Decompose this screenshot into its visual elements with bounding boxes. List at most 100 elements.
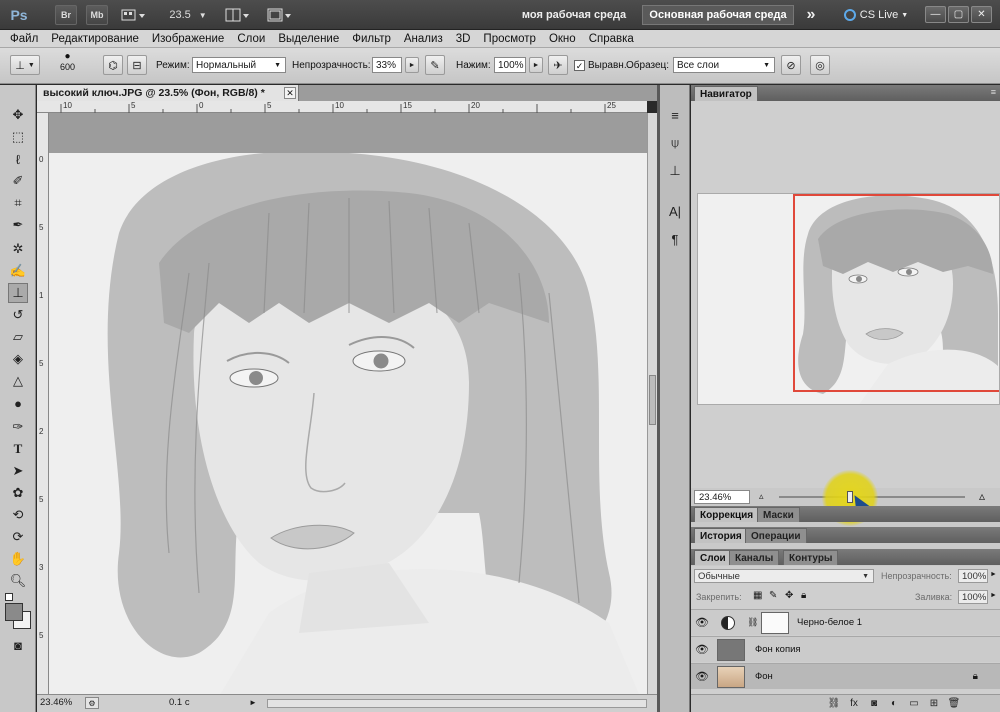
tablet-opacity-button[interactable]: ✎ (425, 55, 445, 75)
workspace-main-button[interactable]: Основная рабочая среда (642, 5, 794, 25)
flow-slider-button[interactable]: ► (529, 57, 543, 73)
3d-orbit-tool[interactable]: ⟳ (8, 527, 28, 547)
tab-channels[interactable]: Каналы (729, 550, 780, 565)
tab-history[interactable]: История (694, 528, 748, 543)
3d-rotate-tool[interactable]: ⟲ (8, 505, 28, 525)
paragraph-panel-button[interactable]: ¶ (665, 229, 685, 249)
vertical-scroll-thumb[interactable] (649, 375, 656, 425)
layer-row[interactable]: 👁︎ ⛓ Черно-белое 1 (691, 609, 1000, 635)
workspace-custom-button[interactable]: моя рабочая среда (512, 5, 636, 25)
default-colors-icon[interactable] (5, 593, 13, 601)
minimize-button[interactable]: — (925, 6, 946, 23)
marquee-tool[interactable]: ⬚ (8, 127, 28, 147)
menu-help[interactable]: Справка (589, 33, 634, 45)
layer-row[interactable]: 👁︎ Фон 🔒︎ (691, 663, 1000, 689)
zoom-tool[interactable]: 🔍︎ (8, 571, 28, 591)
hand-tool[interactable]: ✋ (8, 549, 28, 569)
ignore-adjustment-layers-button[interactable]: ⊘ (781, 55, 801, 75)
close-button[interactable]: ✕ (971, 6, 992, 23)
foreground-color-swatch[interactable] (5, 603, 23, 621)
menu-select[interactable]: Выделение (278, 33, 339, 45)
type-tool[interactable]: T (8, 439, 28, 459)
dodge-tool[interactable]: ● (8, 393, 28, 413)
layer-row[interactable]: 👁︎ Фон копия (691, 636, 1000, 662)
quick-selection-tool[interactable]: ✐ (8, 171, 28, 191)
navigator-zoom-input[interactable]: 23.46% (694, 490, 750, 504)
vertical-scrollbar[interactable] (647, 113, 657, 694)
opacity-slider-button[interactable]: ► (405, 57, 419, 73)
spot-healing-tool[interactable]: ✲ (8, 239, 28, 259)
character-panel-button[interactable]: A| (665, 201, 685, 221)
navigator-thumbnail[interactable] (697, 193, 1000, 405)
new-group-icon[interactable]: ▭ (907, 697, 921, 711)
fill-input[interactable]: 100% (958, 590, 988, 604)
document-canvas[interactable] (49, 113, 647, 694)
arrange-documents-button[interactable] (222, 5, 252, 25)
tab-actions[interactable]: Операции (745, 528, 807, 543)
clone-source-panel-button[interactable]: ⊥ (665, 161, 685, 181)
sample-select[interactable]: Все слои ▼ (673, 57, 775, 73)
menu-view[interactable]: Просмотр (483, 33, 536, 45)
minibridge-button[interactable]: Mb (86, 5, 108, 25)
clone-source-button[interactable]: ⊟ (127, 55, 147, 75)
menu-analysis[interactable]: Анализ (404, 33, 443, 45)
chevron-right-icon[interactable]: ► (990, 592, 997, 599)
view-extras-button[interactable] (118, 5, 148, 25)
brush-panel-button[interactable]: ⍦ (665, 133, 685, 153)
opacity-input[interactable]: 33% (372, 57, 402, 73)
chevron-right-icon[interactable]: ► (249, 698, 257, 707)
menu-edit[interactable]: Редактирование (51, 33, 139, 45)
zoom-status[interactable]: 23.46% (40, 697, 72, 708)
brush-tool[interactable]: ✍ (8, 261, 28, 281)
status-menu-icon[interactable]: ⚙ (85, 697, 99, 709)
eraser-tool[interactable]: ▱ (8, 327, 28, 347)
chevron-right-icon[interactable]: ► (990, 571, 997, 578)
lasso-tool[interactable]: ℓ (8, 149, 28, 169)
crop-tool[interactable]: ⌗ (8, 193, 28, 213)
navigator-view-frame[interactable] (793, 194, 999, 392)
brush-preset-picker[interactable]: ● 600 (60, 51, 75, 81)
tab-navigator[interactable]: Навигатор (694, 86, 758, 101)
mode-select[interactable]: Нормальный ▼ (192, 57, 286, 73)
quick-mask-button[interactable]: ◙ (8, 635, 28, 655)
aligned-checkbox[interactable]: ✓ Выравн. (574, 57, 627, 73)
blend-mode-select[interactable]: Обычные ▼ (694, 569, 874, 583)
zoom-in-icon[interactable]: ▵ (979, 489, 985, 503)
eye-icon[interactable]: 👁︎ (695, 616, 709, 630)
brush-presets-panel-button[interactable]: ≡ (665, 105, 685, 125)
link-layers-icon[interactable]: ⛓ (827, 697, 841, 711)
blur-tool[interactable]: △ (8, 371, 28, 391)
history-brush-tool[interactable]: ↺ (8, 305, 28, 325)
tab-layers[interactable]: Слои (694, 550, 732, 565)
zoom-level-dropdown[interactable]: 23.5 ▼ (168, 5, 208, 25)
new-adjustment-layer-icon[interactable]: ◐ (887, 697, 901, 711)
clone-stamp-tool[interactable]: ⊥ (8, 283, 28, 303)
new-layer-icon[interactable]: ⊞ (927, 697, 941, 711)
pen-tool[interactable]: ✑ (8, 417, 28, 437)
tablet-size-button[interactable]: ◎ (810, 55, 830, 75)
zoom-out-icon[interactable]: ▵ (759, 491, 764, 502)
flow-input[interactable]: 100% (494, 57, 526, 73)
menu-layers[interactable]: Слои (237, 33, 265, 45)
tool-preset-picker[interactable]: ⊥ ▼ (10, 55, 40, 75)
lock-all-icon[interactable]: 🔒︎ (801, 590, 806, 601)
move-tool[interactable]: ✥ (8, 105, 28, 125)
eye-icon[interactable]: 👁︎ (695, 643, 709, 657)
brush-panel-button[interactable]: ⌬ (103, 55, 123, 75)
path-selection-tool[interactable]: ➤ (8, 461, 28, 481)
airbrush-button[interactable]: ✈ (548, 55, 568, 75)
eyedropper-tool[interactable]: ✒ (8, 215, 28, 235)
more-workspaces-button[interactable]: » (800, 5, 822, 25)
lock-position-icon[interactable]: ✥ (785, 590, 793, 601)
panel-menu-icon[interactable]: ≡ (991, 87, 996, 97)
eye-icon[interactable]: 👁︎ (695, 670, 709, 684)
maximize-button[interactable]: ▢ (948, 6, 969, 23)
lock-pixels-icon[interactable]: ✎ (769, 590, 777, 601)
menu-filter[interactable]: Фильтр (352, 33, 391, 45)
horizontal-scrollbar[interactable] (267, 699, 647, 708)
menu-file[interactable]: Файл (10, 33, 38, 45)
bridge-button[interactable]: Br (55, 5, 77, 25)
menu-3d[interactable]: 3D (456, 33, 471, 45)
delete-layer-icon[interactable]: 🗑︎ (947, 697, 961, 711)
tab-masks[interactable]: Маски (757, 507, 800, 522)
